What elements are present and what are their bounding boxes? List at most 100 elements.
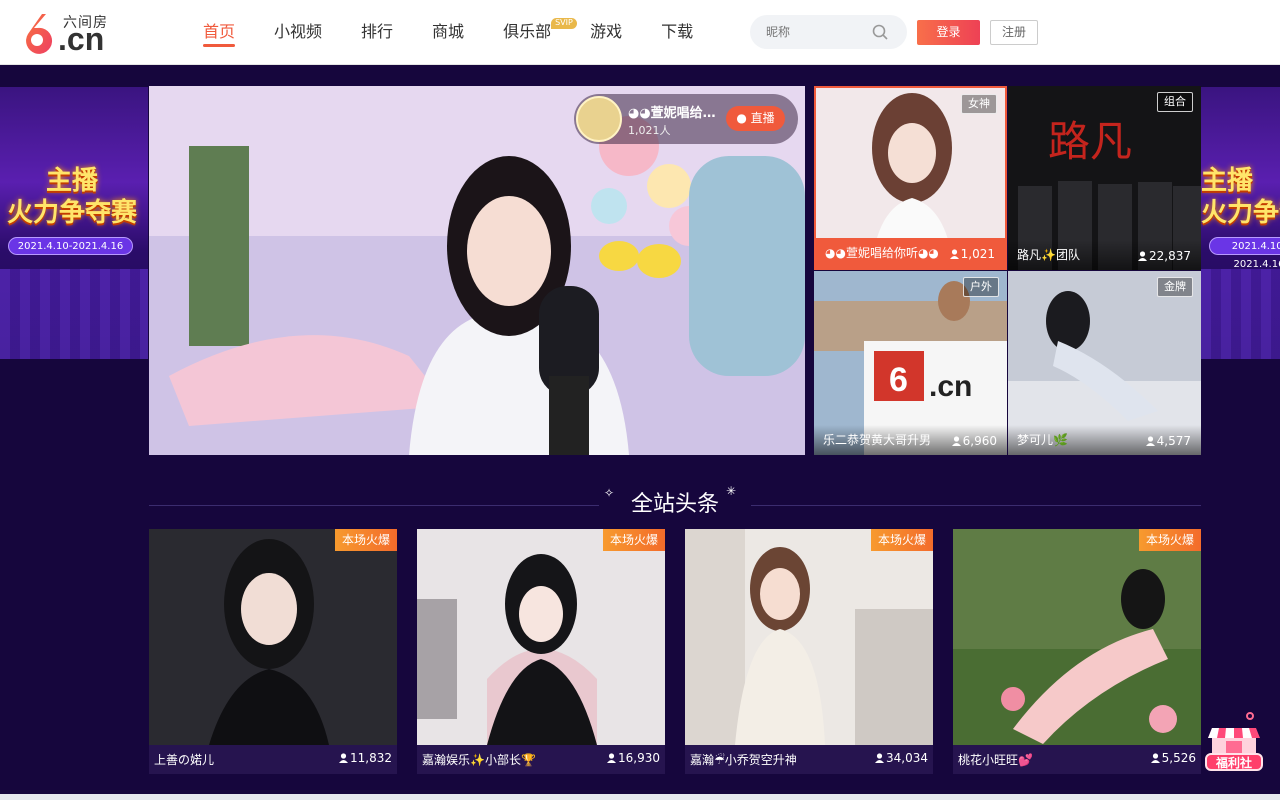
hot-tag: 本场火爆	[870, 529, 933, 551]
event-banner-left[interactable]: 主播 火力争夺赛 2021.4.10-2021.4.16	[0, 87, 148, 359]
nav-label: 排行	[361, 22, 394, 41]
room-viewers-count: 22,837	[1149, 249, 1191, 263]
hot-room-card[interactable]: 本场火爆 嘉瀚☔小乔贺空升神 34,034	[685, 529, 933, 774]
svg-text:路凡: 路凡	[1048, 117, 1132, 166]
room-name: 梦可儿🌿	[1017, 433, 1068, 447]
register-button[interactable]: 注册	[990, 20, 1038, 45]
hot-tag: 本场火爆	[602, 529, 665, 551]
room-card-goddess[interactable]: 女神 ◕◕萱妮唱给你听◕◕ 1,021	[814, 86, 1007, 270]
live-video-player[interactable]: ◕◕萱妮唱给… 1,021人 ● 直播	[149, 86, 805, 455]
nav-label: 俱乐部	[503, 22, 552, 41]
section-title-text: 全站头条	[630, 492, 719, 517]
room-category-tag: 金牌	[1157, 277, 1193, 297]
banner-title-line2: 火力争夺赛	[6, 198, 137, 228]
hot-room-name: 嘉瀚娱乐✨小部长🏆	[422, 753, 536, 767]
live-button[interactable]: ● 直播	[726, 106, 785, 131]
nav-label: 游戏	[590, 22, 623, 41]
hot-room-card[interactable]: 本场火爆 桃花小旺旺💕 5,526	[953, 529, 1201, 774]
top-header: 六间房 .cn 首页 小视频 排行 商城 俱乐部SVIP 游戏 下载 登录 注册	[0, 0, 1280, 65]
room-viewers: 22,837	[1138, 249, 1191, 263]
banner-title-line1: 主播	[1201, 166, 1254, 196]
banner-stage-floor	[1201, 269, 1280, 359]
hot-room-thumbnail	[417, 529, 665, 745]
hot-room-card[interactable]: 本场火爆 嘉瀚娱乐✨小部长🏆 16,930	[417, 529, 665, 774]
hot-room-name: 嘉瀚☔小乔贺空升神	[690, 753, 797, 767]
nav-label: 商城	[432, 22, 465, 41]
user-icon	[1138, 251, 1147, 261]
room-category-tag: 户外	[963, 277, 999, 297]
hot-room-viewers: 5,526	[1150, 751, 1196, 765]
room-viewers-count: 1,021	[960, 247, 995, 261]
banner-title: 主播火力争夺赛	[0, 165, 148, 229]
nav-label: 首页	[203, 22, 236, 41]
search-input[interactable]	[766, 15, 866, 49]
logo-text-domain: .cn	[58, 21, 105, 57]
hot-room-thumbnail	[685, 529, 933, 745]
hot-room-viewers-count: 34,034	[886, 751, 928, 765]
user-icon	[951, 436, 961, 446]
hot-room-viewers: 16,930	[607, 751, 660, 765]
hot-room-viewers-count: 16,930	[618, 751, 660, 765]
banner-date: 2021.4.10-2021.4.16	[8, 237, 133, 255]
room-card-group[interactable]: 路凡 组合 路凡✨团队 22,837	[1008, 86, 1201, 270]
room-card-gold[interactable]: 金牌 梦可儿🌿 4,577	[1008, 271, 1201, 455]
user-icon	[875, 753, 884, 763]
login-button[interactable]: 登录	[917, 20, 980, 45]
banner-title: 主播火力争夺赛	[1201, 165, 1280, 229]
sparkle-icon: ✳	[726, 484, 737, 498]
headlines-section-title: ✧ 全站头条 ✳	[149, 482, 1201, 522]
nav-item-download[interactable]: 下载	[661, 0, 693, 64]
user-icon	[1150, 753, 1160, 763]
nav-item-ranking[interactable]: 排行	[361, 0, 393, 64]
hot-room-thumbnail	[149, 529, 397, 745]
host-viewer-count: 1,021人	[628, 124, 671, 137]
event-banner-right[interactable]: 主播火力争夺赛 2021.4.10-2021.4.16	[1201, 87, 1280, 359]
logo-six-icon	[26, 14, 53, 54]
banner-date: 2021.4.10-2021.4.16	[1209, 237, 1280, 270]
room-name: ◕◕萱妮唱给你听◕◕	[825, 246, 939, 260]
svg-text:6: 6	[889, 361, 908, 399]
host-avatar[interactable]	[576, 96, 622, 142]
main-nav: 首页 小视频 排行 商城 俱乐部 SVIP 游戏 下载	[190, 0, 693, 64]
user-icon	[339, 753, 348, 763]
svg-text:.cn: .cn	[929, 370, 972, 403]
room-category-tag: 女神	[961, 94, 997, 114]
banner-title-line1: 主播	[45, 166, 98, 196]
welfare-gift-button[interactable]: 福利社	[1204, 710, 1264, 772]
room-viewers: 1,021	[949, 247, 995, 261]
gift-label: 福利社	[1215, 756, 1252, 770]
nav-item-short-video[interactable]: 小视频	[274, 0, 322, 64]
banner-title-line2: 火力争夺赛	[1201, 198, 1280, 228]
nav-label: 小视频	[274, 22, 323, 41]
room-name: 路凡✨团队	[1017, 248, 1080, 262]
nav-item-games[interactable]: 游戏	[590, 0, 622, 64]
hot-tag: 本场火爆	[1138, 529, 1201, 551]
hot-room-name: 上善の婼儿	[154, 753, 215, 767]
hot-room-card[interactable]: 本场火爆 上善の婼儿 11,832	[149, 529, 397, 774]
svip-badge: SVIP	[551, 18, 577, 29]
room-card-outdoor[interactable]: 6 .cn 户外 乐二恭贺黄大哥升男 6,960	[814, 271, 1007, 455]
banner-stage-floor	[0, 269, 148, 359]
nav-item-club[interactable]: 俱乐部 SVIP	[503, 0, 577, 64]
host-name[interactable]: ◕◕萱妮唱给…	[628, 102, 723, 121]
nav-item-mall[interactable]: 商城	[432, 0, 464, 64]
room-category-tag: 组合	[1157, 92, 1193, 112]
nav-label: 下载	[661, 22, 694, 41]
hot-room-viewers-count: 5,526	[1161, 751, 1196, 765]
site-logo[interactable]: 六间房 .cn	[20, 12, 110, 57]
user-icon	[1145, 436, 1155, 446]
hot-room-viewers: 11,832	[339, 751, 392, 765]
host-info-card[interactable]: ◕◕萱妮唱给… 1,021人 ● 直播	[574, 94, 798, 144]
user-icon	[607, 753, 616, 763]
nav-item-home[interactable]: 首页	[203, 0, 236, 64]
search-icon[interactable]	[872, 24, 888, 40]
page-bottom-strip	[0, 794, 1280, 800]
room-name: 乐二恭贺黄大哥升男	[823, 433, 932, 447]
search-box	[750, 15, 907, 49]
room-viewers: 4,577	[1145, 434, 1191, 448]
hot-room-thumbnail	[953, 529, 1201, 745]
user-icon	[949, 249, 959, 259]
room-viewers-count: 6,960	[962, 434, 997, 448]
hot-room-viewers: 34,034	[875, 751, 928, 765]
hot-room-name: 桃花小旺旺💕	[958, 753, 1033, 767]
